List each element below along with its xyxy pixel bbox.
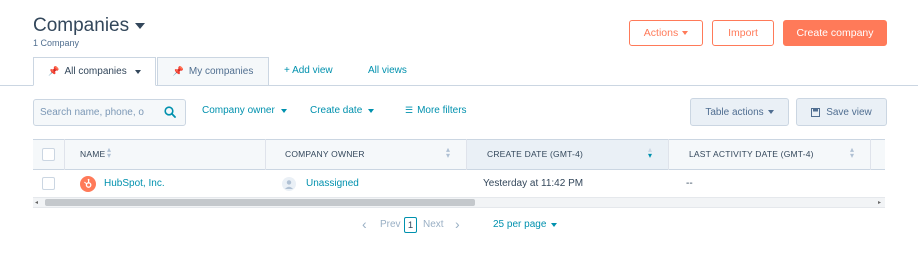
create-date-filter[interactable]: Create date (310, 105, 375, 116)
pin-icon: 📌 (48, 66, 60, 76)
tab-label: All companies (64, 66, 127, 77)
avatar-icon (282, 177, 296, 191)
hubspot-logo-icon (80, 176, 96, 192)
filter-label: Create date (310, 105, 363, 116)
next-page-link[interactable]: Next (423, 219, 444, 230)
caret-down-icon (551, 223, 558, 227)
more-filters-button[interactable]: ☰ More filters (405, 105, 467, 116)
filter-label: Company owner (202, 105, 275, 116)
per-page-dropdown[interactable]: 25 per page (493, 219, 558, 230)
create-company-label: Create company (796, 27, 874, 39)
tab-all-companies[interactable]: 📌 All companies (33, 57, 156, 86)
filter-icon: ☰ (405, 105, 414, 115)
filter-label: More filters (417, 105, 467, 116)
last-activity-cell: -- (686, 178, 693, 189)
company-name-link[interactable]: HubSpot, Inc. (104, 178, 165, 189)
table-actions-label: Table actions (705, 106, 764, 118)
chevron-left-icon[interactable]: ‹ (362, 216, 367, 232)
prev-page-link[interactable]: Prev (380, 219, 401, 230)
row-checkbox[interactable] (42, 177, 55, 190)
table-actions-button[interactable]: Table actions (690, 98, 789, 126)
pin-icon: 📌 (172, 66, 184, 76)
scroll-right-icon[interactable]: ▸ (878, 199, 881, 206)
caret-down-icon (767, 110, 774, 114)
search-icon[interactable] (164, 106, 176, 118)
select-all-checkbox[interactable] (42, 148, 55, 161)
save-view-button[interactable]: Save view (796, 98, 887, 126)
column-header-company-owner[interactable]: COMPANY OWNER (285, 149, 365, 159)
caret-down-icon (682, 31, 689, 35)
actions-button[interactable]: Actions (629, 20, 703, 46)
add-view-link[interactable]: + Add view (284, 65, 333, 76)
caret-down-icon (280, 109, 287, 113)
caret-down-icon[interactable] (134, 69, 141, 74)
record-count: 1 Company (33, 38, 80, 48)
company-owner-filter[interactable]: Company owner (202, 105, 287, 116)
current-page-button[interactable]: 1 (404, 217, 417, 233)
sort-icon[interactable]: ▴ ▾ (850, 146, 854, 160)
column-header-create-date[interactable]: CREATE DATE (GMT-4) (487, 149, 583, 159)
scroll-left-icon[interactable]: ◂ (35, 199, 38, 206)
save-icon (811, 107, 821, 117)
per-page-label: 25 per page (493, 219, 547, 230)
all-views-link[interactable]: All views (368, 65, 407, 76)
tab-my-companies[interactable]: 📌 My companies (157, 57, 269, 86)
create-date-cell: Yesterday at 11:42 PM (483, 178, 584, 189)
company-owner-link[interactable]: Unassigned (306, 178, 359, 189)
chevron-right-icon[interactable]: › (455, 216, 460, 232)
save-view-label: Save view (826, 106, 872, 118)
search-placeholder: Search name, phone, o (40, 107, 144, 118)
tab-label: My companies (188, 66, 254, 77)
sort-icon[interactable]: ▴ ▾ (107, 146, 111, 160)
caret-down-icon (135, 22, 146, 29)
create-company-button[interactable]: Create company (783, 20, 887, 46)
column-header-last-activity[interactable]: LAST ACTIVITY DATE (GMT-4) (689, 149, 814, 159)
sort-descending-icon[interactable]: ▴ ▾ (648, 146, 652, 160)
actions-label: Actions (643, 27, 679, 39)
scrollbar-thumb[interactable] (45, 199, 475, 206)
caret-down-icon (368, 109, 375, 113)
page-title[interactable]: Companies (33, 15, 146, 37)
import-button[interactable]: Import (712, 20, 774, 46)
page-title-text: Companies (33, 15, 130, 36)
sort-icon[interactable]: ▴ ▾ (446, 146, 450, 160)
column-header-name[interactable]: NAME (80, 149, 105, 159)
import-label: Import (728, 27, 758, 39)
